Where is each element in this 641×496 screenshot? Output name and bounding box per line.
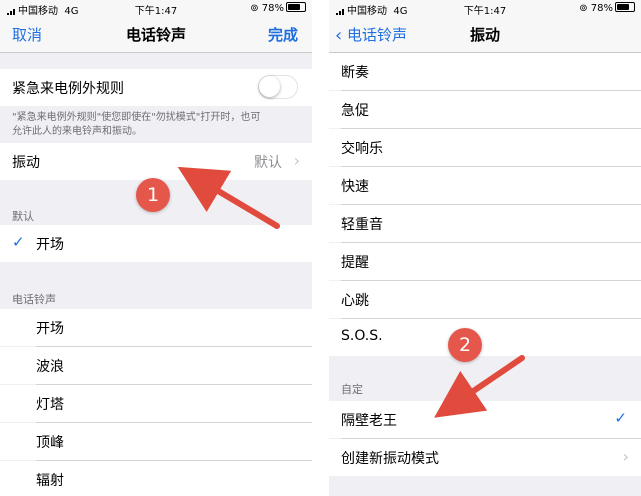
checkmark-icon: ✓ xyxy=(614,409,627,427)
battery-icon xyxy=(286,2,306,12)
vibration-pattern-row[interactable]: 急促 xyxy=(329,91,641,128)
emergency-bypass-footer: "紧急来电例外规则"使您即使在"勿扰模式"打开时，也可 允许此人的来电铃声和振动… xyxy=(12,111,260,139)
ringtone-label: 顶峰 xyxy=(36,435,64,451)
footer-line: "紧急来电例外规则"使您即使在"勿扰模式"打开时，也可 xyxy=(12,112,261,123)
step-badge-2: 2 xyxy=(448,328,482,362)
vibration-pattern-row[interactable]: 轻重音 xyxy=(329,205,641,242)
footer-line: 允许此人的来电铃声和振动。 xyxy=(12,126,142,137)
ringtones-section-header: 电话铃声 xyxy=(12,293,56,306)
vibration-pattern-row[interactable]: 提醒 xyxy=(329,243,641,280)
done-button[interactable]: 完成 xyxy=(268,24,298,45)
vibration-pattern-label: 断奏 xyxy=(341,65,369,81)
ringtone-row[interactable]: 波浪 xyxy=(0,347,312,384)
toggle-knob xyxy=(259,76,280,97)
default-section-header: 默认 xyxy=(12,210,34,223)
ringtone-row[interactable]: 辐射 xyxy=(0,461,312,496)
vibration-row[interactable]: 振动 默认 › xyxy=(0,143,312,180)
ringtone-row[interactable]: 开场 xyxy=(0,309,312,346)
ringtone-label: 辐射 xyxy=(36,473,64,489)
vibration-label: 振动 xyxy=(12,155,40,171)
default-ringtone-label: 开场 xyxy=(36,237,64,253)
navigation-bar: ‹ 电话铃声 振动 xyxy=(329,15,641,53)
battery-percent: 78% xyxy=(590,3,613,14)
vibration-pattern-label: 心跳 xyxy=(341,293,369,309)
custom-pattern-row[interactable]: 隔壁老王 ✓ xyxy=(329,401,641,438)
lock-rotation-icon: ⊚ xyxy=(250,3,259,14)
step-badge-1: 1 xyxy=(136,178,170,212)
vibration-value: 默认 xyxy=(254,155,282,171)
vibration-pattern-row[interactable]: 交响乐 xyxy=(329,129,641,166)
checkmark-icon: ✓ xyxy=(12,233,25,251)
vibration-pattern-row[interactable]: 快速 xyxy=(329,167,641,204)
battery-icon xyxy=(615,2,635,12)
vibration-pattern-row[interactable]: S.O.S. xyxy=(329,319,641,356)
ringtone-row[interactable]: 顶峰 xyxy=(0,423,312,460)
chevron-right-icon: › xyxy=(622,447,629,466)
vibration-pattern-label: 快速 xyxy=(341,179,369,195)
emergency-bypass-toggle[interactable] xyxy=(258,75,298,99)
battery-percent: 78% xyxy=(261,3,284,14)
vibration-pattern-label: 提醒 xyxy=(341,255,369,271)
ringtone-label: 开场 xyxy=(36,321,64,337)
status-bar: 中国移动 4G 下午1:47 ⊚ 78% xyxy=(0,0,312,18)
ringtone-label: 波浪 xyxy=(36,359,64,375)
ringtone-screen: 中国移动 4G 下午1:47 ⊚ 78% 取消 电话铃声 完成 紧急来电例外规则… xyxy=(0,0,312,496)
lock-rotation-icon: ⊚ xyxy=(579,3,588,14)
page-title: 振动 xyxy=(469,26,500,44)
default-ringtone-row[interactable]: ✓ 开场 xyxy=(0,225,312,262)
chevron-right-icon: › xyxy=(293,151,300,170)
vibration-pattern-label: 轻重音 xyxy=(341,217,383,233)
vibration-pattern-label: 交响乐 xyxy=(341,141,383,157)
vibration-pattern-label: S.O.S. xyxy=(341,328,383,344)
ringtone-row[interactable]: 灯塔 xyxy=(0,385,312,422)
page-title: 电话铃声 xyxy=(125,26,186,44)
vibration-pattern-row[interactable]: 断奏 xyxy=(329,53,641,90)
vibration-pattern-row[interactable]: 心跳 xyxy=(329,281,641,318)
custom-pattern-label: 隔壁老王 xyxy=(341,413,397,429)
ringtone-label: 灯塔 xyxy=(36,397,64,413)
vibration-pattern-label: 急促 xyxy=(341,103,369,119)
custom-section-header: 自定 xyxy=(341,383,363,396)
emergency-bypass-row: 紧急来电例外规则 xyxy=(0,69,312,106)
navigation-bar: 取消 电话铃声 完成 xyxy=(0,15,312,53)
create-pattern-row[interactable]: 创建新振动模式 › xyxy=(329,439,641,476)
vibration-screen: 中国移动 4G 下午1:47 ⊚ 78% ‹ 电话铃声 振动 断奏 急促 交响乐… xyxy=(329,0,641,496)
create-pattern-label: 创建新振动模式 xyxy=(341,451,439,467)
status-bar: 中国移动 4G 下午1:47 ⊚ 78% xyxy=(329,0,641,18)
emergency-bypass-label: 紧急来电例外规则 xyxy=(12,81,124,97)
